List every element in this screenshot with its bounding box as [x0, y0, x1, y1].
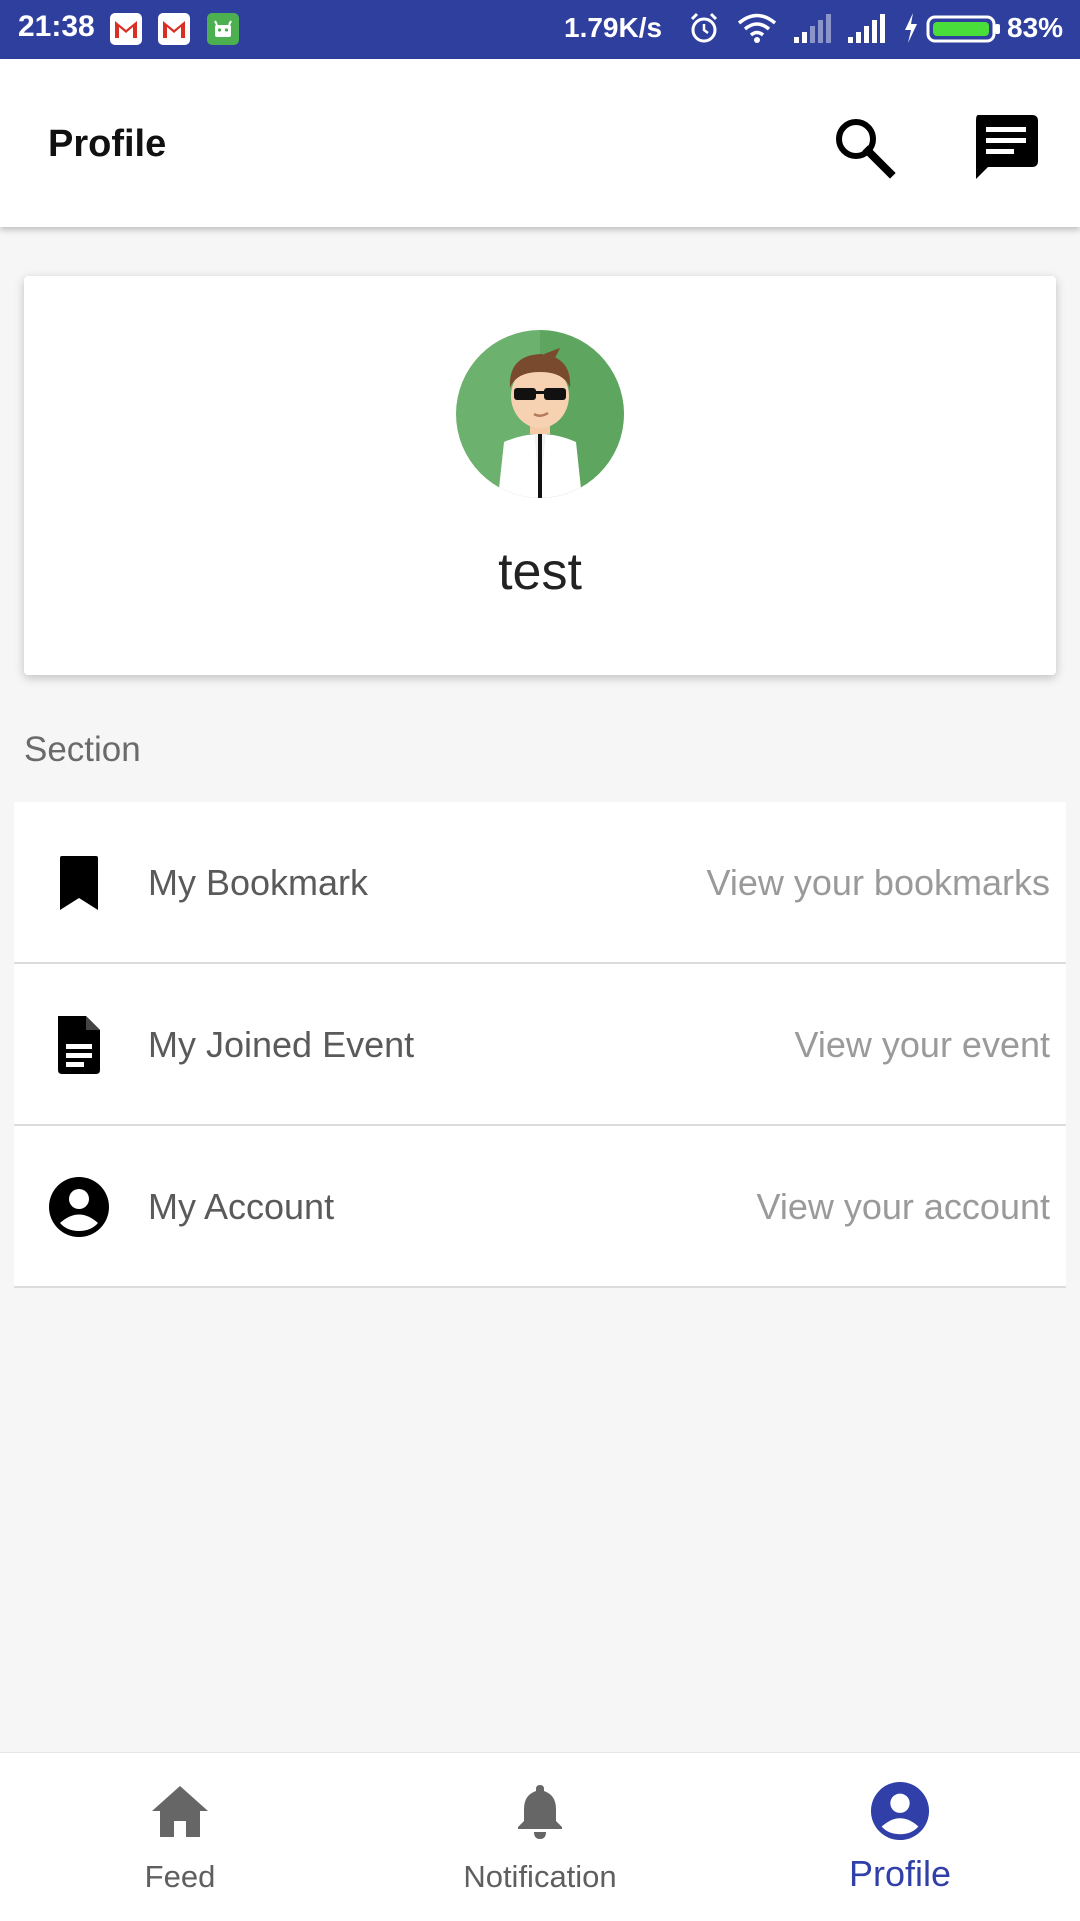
app-bar: Profile — [0, 59, 1080, 227]
gmail-icon — [158, 13, 190, 45]
avatar[interactable] — [456, 330, 624, 498]
list-item-account[interactable]: My Account View your account — [14, 1126, 1066, 1288]
list-item-label: My Bookmark — [148, 862, 369, 903]
section-list: My Bookmark View your bookmarks My Joine… — [14, 802, 1066, 1288]
battery-percent: 83% — [1007, 12, 1064, 43]
profile-card: test — [24, 276, 1056, 675]
nav-item-profile[interactable]: Profile — [720, 1753, 1080, 1921]
list-item-subtitle: View your account — [756, 1186, 1050, 1227]
list-item-label: My Account — [148, 1186, 335, 1227]
list-item-joined-event[interactable]: My Joined Event View your event — [14, 964, 1066, 1126]
signal-weak-icon — [792, 11, 832, 50]
bottom-nav: Feed Notification Profile — [0, 1752, 1080, 1921]
status-bar: 21:38 1.79K/s 83% — [0, 0, 1080, 59]
battery-icon — [926, 14, 1002, 49]
network-speed: 1.79K/s — [564, 12, 663, 43]
home-icon — [150, 1781, 210, 1841]
account-circle-icon — [870, 1781, 930, 1841]
nav-item-feed[interactable]: Feed — [0, 1753, 360, 1921]
wifi-icon — [736, 11, 778, 50]
list-item-bookmark[interactable]: My Bookmark View your bookmarks — [14, 802, 1066, 964]
search-icon[interactable] — [828, 111, 898, 181]
status-time: 21:38 — [18, 10, 95, 43]
list-item-subtitle: View your event — [794, 1024, 1050, 1065]
account-circle-icon — [48, 1176, 110, 1238]
bookmark-icon — [48, 852, 110, 914]
gmail-icon — [110, 13, 142, 45]
alarm-icon — [688, 11, 720, 50]
bell-icon — [510, 1781, 570, 1841]
page-title: Profile — [48, 123, 167, 165]
charging-icon — [902, 11, 920, 50]
nav-label: Feed — [144, 1859, 216, 1894]
list-item-subtitle: View your bookmarks — [706, 862, 1050, 903]
nav-label: Notification — [463, 1859, 617, 1894]
profile-name: test — [498, 543, 582, 601]
signal-full-icon — [846, 11, 886, 50]
nav-label: Profile — [848, 1853, 952, 1894]
nav-item-notification[interactable]: Notification — [360, 1753, 720, 1921]
document-icon — [48, 1014, 110, 1076]
list-item-label: My Joined Event — [148, 1024, 415, 1065]
chat-icon[interactable] — [968, 109, 1040, 181]
android-icon — [207, 13, 239, 45]
section-label: Section — [24, 730, 141, 769]
